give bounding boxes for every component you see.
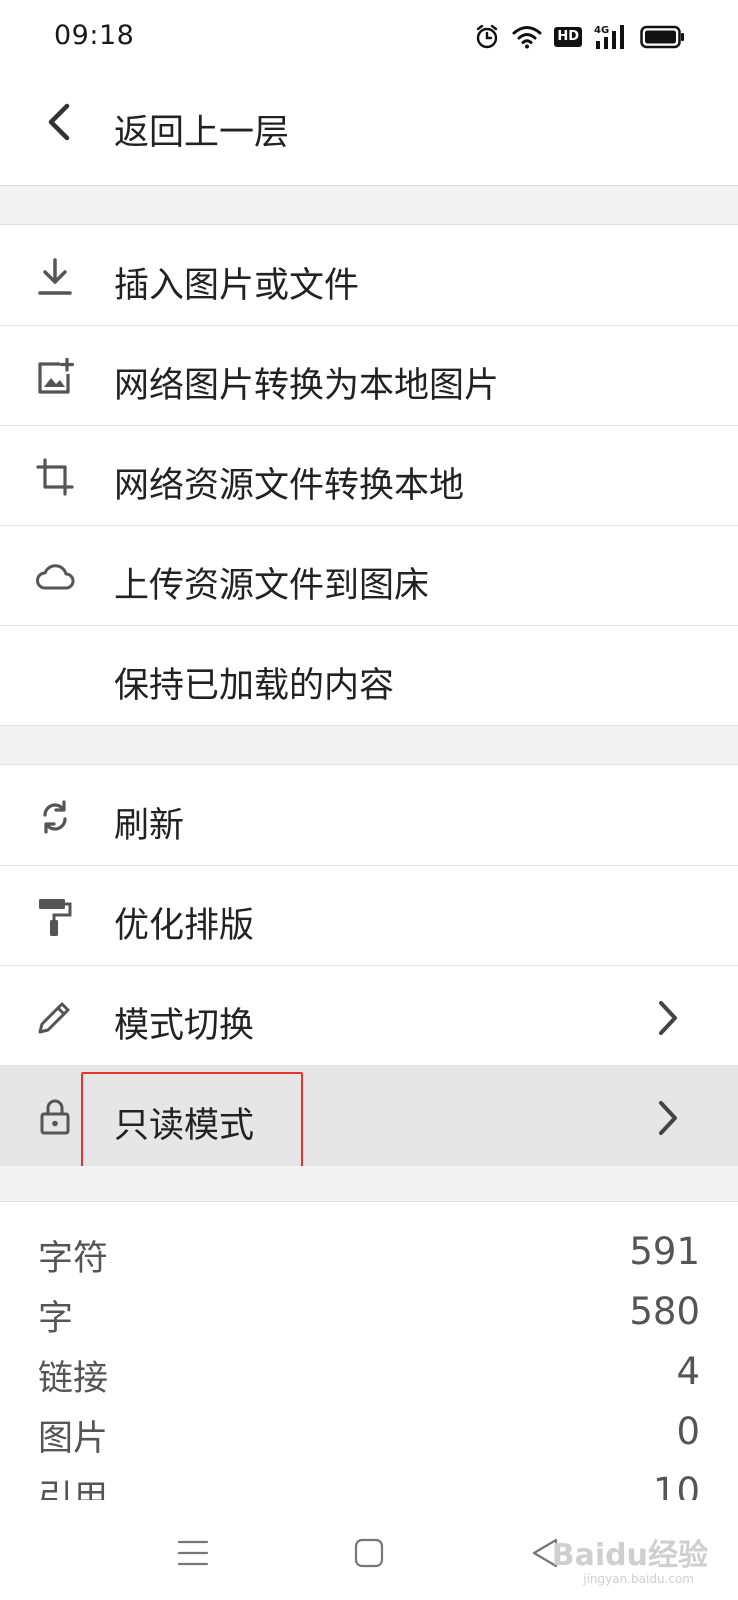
paint-roller-icon (34, 896, 76, 938)
page-title[interactable]: 返回上一层 (114, 104, 289, 155)
menu-label: 网络图片转换为本地图片 (114, 366, 500, 406)
menu-item-upload-image-host[interactable]: 上传资源文件到图床 (0, 526, 738, 626)
stat-row: 图片 0 (0, 1400, 738, 1460)
header: 返回上一层 (0, 72, 738, 186)
refresh-icon (34, 796, 76, 838)
stat-row: 字 580 (0, 1280, 738, 1340)
document-stats: 字符 591 字 580 链接 4 图片 0 引用 10 (0, 1202, 738, 1502)
menu-icon[interactable] (168, 1528, 218, 1578)
menu-item-refresh[interactable]: 刷新 (0, 766, 738, 866)
system-nav-bar: Baidu经验 jingyan.baidu.com (0, 1500, 738, 1600)
battery-icon (640, 25, 686, 49)
4g-signal-icon: 4G (594, 23, 628, 51)
annotation-highlight-box (81, 1072, 303, 1176)
hd-icon: HD (554, 27, 582, 47)
lock-icon (34, 1096, 76, 1138)
menu-label: 模式切换 (114, 1006, 255, 1046)
status-icons: HD 4G (474, 22, 686, 52)
crop-icon (34, 456, 76, 498)
section-separator (0, 726, 738, 765)
stat-value: 591 (629, 1230, 700, 1273)
cloud-icon (34, 556, 76, 598)
menu-label: 插入图片或文件 (114, 266, 360, 306)
menu-label: 网络资源文件转换本地 (114, 466, 465, 506)
menu-item-optimize-layout[interactable]: 优化排版 (0, 866, 738, 966)
section-separator (0, 1166, 738, 1202)
stat-value: 580 (629, 1290, 700, 1333)
stat-value: 0 (676, 1410, 700, 1453)
stat-label: 字符 (38, 1239, 109, 1279)
menu-item-mode-switch[interactable]: 模式切换 (0, 966, 738, 1066)
menu-item-keep-loaded[interactable]: 保持已加载的内容 (0, 626, 738, 726)
section-separator (0, 186, 738, 225)
status-time: 09:18 (54, 20, 135, 51)
menu-item-convert-images[interactable]: 网络图片转换为本地图片 (0, 326, 738, 426)
menu-label: 优化排版 (114, 906, 255, 946)
alarm-icon (474, 24, 500, 50)
stat-row: 字符 591 (0, 1220, 738, 1280)
menu-label: 刷新 (114, 806, 185, 846)
chevron-left-icon (45, 102, 75, 146)
menu-group-view: 刷新 优化排版 模式切换 只读模式 (0, 766, 738, 1176)
add-photo-icon (34, 356, 76, 398)
menu-item-read-only[interactable]: 只读模式 (0, 1066, 738, 1176)
pencil-icon (34, 996, 76, 1038)
home-square-icon[interactable] (344, 1528, 394, 1578)
watermark-logo: Baidu经验 (551, 1538, 708, 1573)
download-icon (34, 256, 76, 298)
svg-text:4G: 4G (594, 25, 609, 36)
back-button[interactable] (30, 94, 90, 154)
watermark-url: jingyan.baidu.com (583, 1572, 694, 1586)
screen: 09:18 HD 4G 返回上一层 插入图片或文件 网络图片转换为本地图片 网络… (0, 0, 738, 1600)
menu-group-insert: 插入图片或文件 网络图片转换为本地图片 网络资源文件转换本地 上传资源文件到图床… (0, 226, 738, 726)
stat-label: 引用 (38, 1479, 109, 1502)
chevron-right-icon (650, 1098, 686, 1138)
menu-label: 保持已加载的内容 (114, 666, 395, 706)
stat-value: 4 (676, 1350, 700, 1393)
stat-label: 字 (38, 1299, 74, 1339)
menu-label: 上传资源文件到图床 (114, 566, 430, 606)
stat-label: 链接 (38, 1359, 109, 1399)
status-bar: 09:18 HD 4G (0, 0, 738, 72)
menu-item-insert-file[interactable]: 插入图片或文件 (0, 226, 738, 326)
stat-label: 图片 (38, 1419, 109, 1459)
menu-item-convert-resources[interactable]: 网络资源文件转换本地 (0, 426, 738, 526)
wifi-icon (512, 25, 542, 49)
stat-row: 引用 10 (0, 1460, 738, 1502)
stat-value: 10 (652, 1470, 700, 1502)
chevron-right-icon (650, 998, 686, 1038)
stat-row: 链接 4 (0, 1340, 738, 1400)
